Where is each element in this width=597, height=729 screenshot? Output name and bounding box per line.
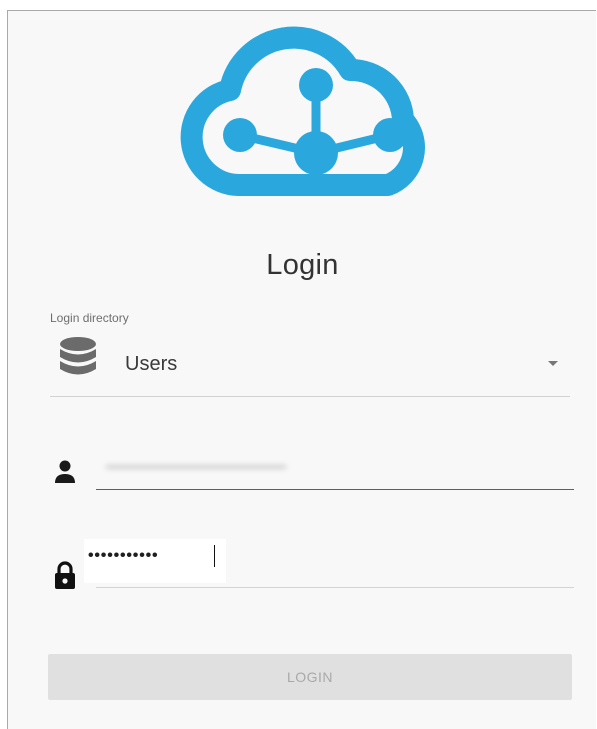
login-button[interactable]: LOGIN bbox=[48, 654, 572, 700]
login-directory-value: Users bbox=[125, 353, 178, 375]
login-directory-select[interactable]: Users bbox=[50, 334, 570, 397]
login-panel: Login Login directory Users ————————————… bbox=[7, 10, 596, 729]
password-highlight: ••••••••••• bbox=[84, 539, 226, 583]
database-icon bbox=[60, 337, 96, 375]
username-field[interactable]: ———————————— bbox=[96, 451, 574, 490]
page-title: Login bbox=[266, 249, 339, 281]
cloud-logo-icon bbox=[180, 26, 425, 196]
text-cursor bbox=[214, 545, 215, 567]
person-icon bbox=[55, 460, 75, 483]
login-directory-label: Login directory bbox=[50, 311, 129, 325]
lock-icon bbox=[55, 561, 75, 589]
username-value: ———————————— bbox=[106, 461, 286, 473]
password-value: ••••••••••• bbox=[88, 547, 159, 564]
password-field[interactable]: ••••••••••• bbox=[84, 539, 574, 588]
chevron-down-icon[interactable] bbox=[548, 361, 558, 366]
